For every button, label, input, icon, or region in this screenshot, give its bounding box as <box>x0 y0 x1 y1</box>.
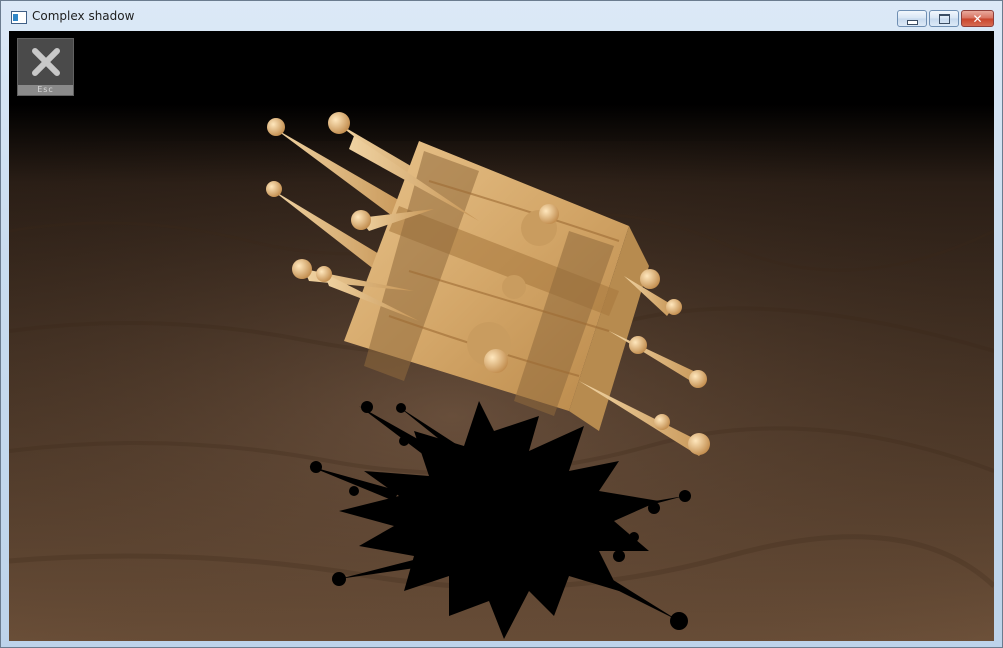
spike-ball <box>266 181 282 197</box>
app-icon <box>11 11 27 24</box>
spike-ball <box>267 118 285 136</box>
3d-scene <box>9 31 994 641</box>
knob <box>502 275 526 299</box>
title-bar[interactable]: Complex shadow ✕ <box>1 1 1002 31</box>
minimize-icon <box>906 19 918 25</box>
spike-ball <box>292 259 312 279</box>
esc-label: Esc <box>18 85 73 95</box>
spike-ball <box>666 299 682 315</box>
application-window: Complex shadow ✕ Esc <box>0 0 1003 648</box>
spike-ball <box>328 112 350 134</box>
knob-ball <box>484 349 508 373</box>
window-title: Complex shadow <box>32 9 135 23</box>
maximize-icon <box>938 13 950 24</box>
maximize-button[interactable] <box>929 10 959 27</box>
minimize-button[interactable] <box>897 10 927 27</box>
escape-button[interactable]: Esc <box>17 38 74 96</box>
close-icon: ✕ <box>972 11 983 26</box>
spike-ball <box>689 370 707 388</box>
spike-ball <box>654 414 670 430</box>
knob-ball <box>539 204 559 224</box>
close-button[interactable]: ✕ <box>961 10 994 27</box>
spike-ball <box>688 433 710 455</box>
spike-ball <box>640 269 660 289</box>
spike-ball <box>316 266 332 282</box>
close-x-icon <box>18 39 73 85</box>
render-viewport[interactable]: Esc <box>9 31 994 641</box>
spike-ball <box>351 210 371 230</box>
spike-ball <box>629 336 647 354</box>
